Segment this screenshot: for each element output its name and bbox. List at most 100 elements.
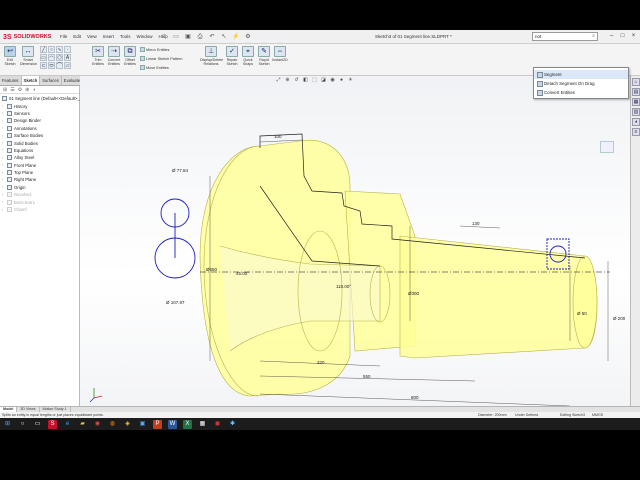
expand-arrow-icon[interactable]: ›	[2, 208, 5, 212]
dim-300[interactable]: Ø300	[408, 291, 420, 296]
expand-arrow-icon[interactable]: ›	[2, 178, 5, 182]
plane-icon[interactable]: ▱	[64, 62, 71, 69]
calculator-icon[interactable]: ▦	[198, 420, 207, 429]
rapid-sketch-button[interactable]: ✎ Rapid Sketch	[256, 46, 272, 66]
chrome-icon[interactable]: ◉	[93, 420, 102, 429]
expand-arrow-icon[interactable]: ›	[2, 156, 5, 160]
open-icon[interactable]: ▭	[172, 33, 180, 41]
quick-snaps-button[interactable]: ⌖ Quick Snaps	[240, 46, 256, 66]
expand-arrow-icon[interactable]: ›	[2, 148, 5, 152]
task-view-icon[interactable]: ▭	[33, 420, 42, 429]
dim-7784[interactable]: Ø 77.84	[172, 168, 189, 173]
app-icon-1[interactable]: ◈	[123, 420, 132, 429]
graphics-area[interactable]: ⤢ ⊕ ↺ ◧ ⬚ ◪ ◉ ● ☀ 100 Ø 77.84 Ø 107.97 Ø…	[80, 76, 630, 406]
tree-item[interactable]: › History	[2, 102, 77, 109]
solidworks-taskbar-icon[interactable]: S	[48, 419, 57, 429]
resources-icon[interactable]: ⌂	[632, 78, 640, 86]
file-explorer-icon[interactable]: ▦	[632, 98, 640, 106]
menu-insert[interactable]: Insert	[103, 34, 114, 39]
convert-entities-button[interactable]: ⇢ Convert Entities	[106, 46, 122, 66]
app-icon-4[interactable]: ✱	[228, 420, 237, 429]
tree-item[interactable]: › Top Plane	[2, 169, 77, 176]
dimxpert-icon[interactable]: ⊕	[25, 87, 29, 93]
menu-view[interactable]: View	[87, 34, 97, 39]
dim-10797[interactable]: Ø 107.97	[166, 300, 185, 305]
powerpoint-icon[interactable]: P	[153, 419, 162, 429]
tab-surfaces[interactable]: Surfaces	[40, 76, 62, 85]
design-library-icon[interactable]: ▤	[632, 88, 640, 96]
undo-icon[interactable]: ↶	[208, 33, 216, 41]
save-icon[interactable]: ▣	[184, 33, 192, 41]
menu-file[interactable]: File	[60, 34, 67, 39]
menu-tools[interactable]: Tools	[120, 34, 131, 39]
feature-tree-icon[interactable]: ⊞	[3, 87, 7, 93]
appearances-icon[interactable]: ◕	[632, 118, 640, 126]
config-icon[interactable]: ⚙	[18, 87, 22, 93]
result-convert-entities[interactable]: Convert Entities	[534, 88, 628, 97]
tree-item[interactable]: › Sensors	[2, 110, 77, 117]
line-icon[interactable]: ╱	[40, 46, 47, 53]
explorer-icon[interactable]: ▰	[78, 420, 87, 429]
menu-window[interactable]: Window	[137, 34, 153, 39]
dim-550[interactable]: Ø550	[206, 267, 218, 272]
dim-11000[interactable]: 110.00°	[336, 284, 351, 289]
exit-sketch-button[interactable]: ↩ Exit Sketch	[2, 46, 18, 66]
slot-icon[interactable]: ⊂	[40, 62, 47, 69]
expand-arrow-icon[interactable]: ›	[2, 185, 5, 189]
firefox-icon[interactable]: ◍	[108, 420, 117, 429]
spline-icon[interactable]: ∿	[56, 46, 63, 53]
edge-icon[interactable]: e	[63, 420, 72, 429]
rectangle-icon[interactable]: ▭	[40, 54, 47, 61]
shaft-body[interactable]	[399, 235, 598, 359]
property-icon[interactable]: ☰	[10, 87, 14, 93]
expand-arrow-icon[interactable]: ›	[2, 171, 5, 175]
windows-start-icon[interactable]: ⊞	[3, 420, 12, 429]
expand-arrow-icon[interactable]: ›	[2, 134, 5, 138]
point-icon[interactable]: ·	[64, 46, 71, 53]
app-logo[interactable]: 3S SOLIDWORKS	[3, 32, 51, 42]
rebuild-icon[interactable]: ⚡	[232, 33, 240, 41]
tree-item[interactable]: › Origin	[2, 184, 77, 191]
display-icon[interactable]: ◑	[32, 87, 35, 93]
expand-arrow-icon[interactable]: ›	[2, 119, 5, 123]
menu-edit[interactable]: Edit	[73, 34, 81, 39]
result-detach-segment[interactable]: Detach Segment On Drag	[534, 79, 628, 88]
display-delete-relations-button[interactable]: ⊥ Display/Delete Relations	[200, 46, 223, 66]
options-icon[interactable]: ⚙	[244, 33, 252, 41]
expand-arrow-icon[interactable]: ›	[2, 126, 5, 130]
tree-item[interactable]: › Solid Bodies	[2, 139, 77, 146]
tab-sketch[interactable]: Sketch	[21, 76, 41, 85]
tree-item[interactable]: › Revolve1	[2, 191, 77, 198]
tree-item[interactable]: › Chamf	[2, 206, 77, 213]
result-segment[interactable]: Segment	[534, 70, 628, 79]
expand-arrow-icon[interactable]: ›	[2, 193, 5, 197]
app-icon-3[interactable]: ◼	[213, 420, 222, 429]
excel-icon[interactable]: X	[183, 419, 192, 429]
tree-item[interactable]: › Boss-Extr1	[2, 198, 77, 205]
move-entities-button[interactable]: Move Entities	[140, 65, 169, 70]
fillet-icon[interactable]: ⌒	[56, 62, 63, 69]
maximize-icon[interactable]: □	[618, 32, 627, 41]
tree-item[interactable]: › Front Plane	[2, 162, 77, 169]
custom-props-icon[interactable]: ≡	[632, 128, 640, 136]
minimize-icon[interactable]: –	[607, 32, 616, 41]
circle-icon[interactable]: ○	[48, 46, 55, 53]
search-taskbar-icon[interactable]: ○	[18, 420, 27, 429]
app-icon-2[interactable]: ▣	[138, 420, 147, 429]
polygon-icon[interactable]: ⬡	[56, 54, 63, 61]
expand-arrow-icon[interactable]: ›	[2, 163, 5, 167]
ellipse-icon[interactable]: ⬭	[48, 62, 55, 69]
expand-arrow-icon[interactable]: ›	[2, 141, 5, 145]
repair-sketch-button[interactable]: ✓ Repair Sketch	[224, 46, 240, 66]
dim-200[interactable]: Ø 200	[613, 316, 626, 321]
view-palette-icon[interactable]: ▥	[632, 108, 640, 116]
dim-100[interactable]: 100	[274, 134, 282, 139]
tab-features[interactable]: Features	[0, 76, 22, 85]
text-icon[interactable]: A	[64, 54, 71, 61]
tree-item[interactable]: › Equations	[2, 147, 77, 154]
dim-550b[interactable]: 550	[363, 374, 371, 379]
word-icon[interactable]: W	[168, 419, 177, 429]
arc-icon[interactable]: ◠	[48, 54, 55, 61]
expand-arrow-icon[interactable]: ›	[2, 104, 5, 108]
dim-4500[interactable]: 45.00°	[236, 271, 249, 276]
